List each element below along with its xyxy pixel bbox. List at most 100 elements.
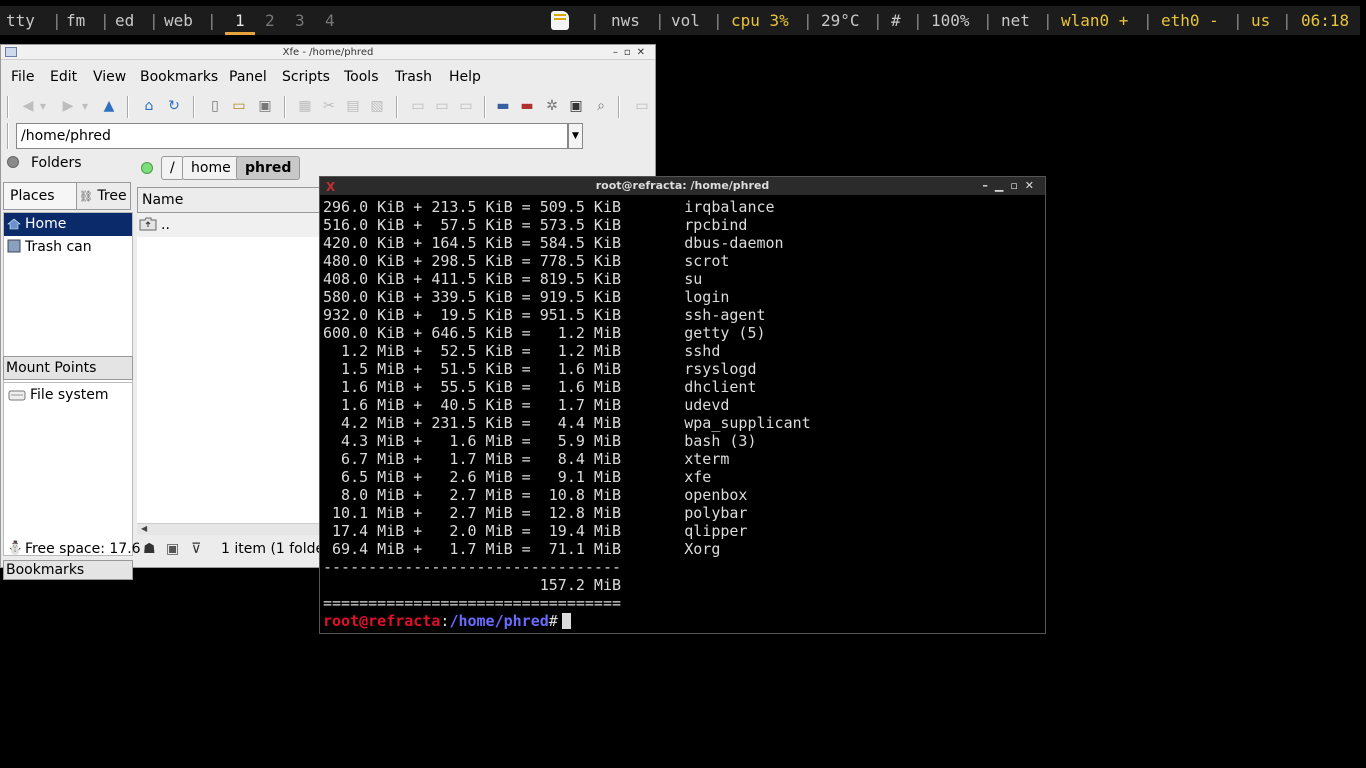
bar-separator: | bbox=[1233, 11, 1243, 30]
menu-panel[interactable]: Panel bbox=[229, 69, 267, 85]
xfe-icon[interactable]: ▬ bbox=[494, 97, 512, 115]
toolbar-separator bbox=[618, 96, 620, 118]
filter-icon[interactable]: ⊽ bbox=[191, 541, 201, 557]
memory-row: 932.0 KiB + 19.5 KiB = 951.5 KiB ssh-age… bbox=[323, 306, 766, 324]
ghost-icon[interactable]: ☗ bbox=[143, 541, 156, 557]
bar-item-fm[interactable]: fm bbox=[66, 6, 85, 35]
bar-item-nws[interactable]: nws bbox=[611, 6, 640, 35]
terminal-window-controls[interactable]: –▁▫✕ bbox=[982, 177, 1041, 195]
bar-separator: | bbox=[713, 11, 723, 30]
chevron-down-icon[interactable]: ▼ bbox=[568, 123, 583, 149]
bar-item-web[interactable]: web bbox=[164, 6, 193, 35]
terminal-title: root@refracta: /home/phred bbox=[595, 179, 770, 192]
memory-total: 157.2 MiB bbox=[323, 576, 622, 594]
bar-separator: | bbox=[1143, 11, 1153, 30]
menu-view[interactable]: View bbox=[93, 69, 126, 85]
bar-separator: | bbox=[655, 11, 665, 30]
toolbar-separator bbox=[193, 96, 195, 118]
up-arrow-icon[interactable]: ▲ bbox=[100, 97, 118, 115]
connect-icon[interactable]: ✲ bbox=[543, 97, 561, 115]
places-item-trash[interactable]: Trash can bbox=[4, 236, 132, 259]
memory-row: 17.4 MiB + 2.0 MiB = 19.4 MiB qlipper bbox=[323, 522, 748, 540]
back-arrow-icon[interactable]: ◀ bbox=[19, 97, 37, 115]
xfe-titlebar[interactable]: Xfe - /home/phred –▫✕ bbox=[1, 45, 655, 60]
bar-item-vol[interactable]: vol bbox=[671, 6, 700, 35]
view-small-icons-icon[interactable]: ▭ bbox=[433, 97, 451, 115]
file-row-parent[interactable]: .. bbox=[137, 213, 337, 237]
bar-item-net[interactable]: net bbox=[1001, 6, 1030, 35]
properties-icon[interactable]: ▣ bbox=[256, 97, 274, 115]
window-controls[interactable]: –▫✕ bbox=[613, 45, 651, 60]
bar-separator: | bbox=[1043, 11, 1053, 30]
toolbar-separator bbox=[7, 123, 9, 149]
search-icon[interactable]: ⌕ bbox=[592, 97, 610, 115]
forward-history-icon[interactable]: ▼ bbox=[80, 97, 90, 115]
view-details-icon[interactable]: ▭ bbox=[457, 97, 475, 115]
copy-icon[interactable]: ▦ bbox=[296, 97, 314, 115]
memory-row: 4.3 MiB + 1.6 MiB = 5.9 MiB bash (3) bbox=[323, 432, 757, 450]
menu-trash[interactable]: Trash bbox=[395, 69, 432, 85]
forward-arrow-icon[interactable]: ▶ bbox=[59, 97, 77, 115]
terminal-titlebar[interactable]: X root@refracta: /home/phred –▁▫✕ bbox=[320, 177, 1045, 195]
bar-item-wlan: wlan0 + bbox=[1061, 11, 1129, 30]
workspace-4[interactable]: 4 bbox=[325, 6, 335, 35]
breadcrumb-home[interactable]: home bbox=[182, 156, 240, 180]
menu-help[interactable]: Help bbox=[449, 69, 481, 85]
view-big-icons-icon[interactable]: ▭ bbox=[409, 97, 427, 115]
tab-tree-label: Tree bbox=[97, 188, 127, 204]
breadcrumb-phred[interactable]: phred bbox=[236, 156, 301, 180]
workspace-2[interactable]: 2 bbox=[265, 6, 275, 35]
separator-line: ================================= bbox=[323, 594, 622, 612]
new-file-icon[interactable]: ▯ bbox=[206, 97, 224, 115]
mount-points-header[interactable]: Mount Points bbox=[3, 356, 133, 380]
menu-scripts[interactable]: Scripts bbox=[282, 69, 330, 85]
bar-separator: | bbox=[803, 11, 813, 30]
cut-icon[interactable]: ✂ bbox=[320, 97, 338, 115]
bookmarks-header[interactable]: Bookmarks bbox=[3, 560, 133, 580]
bar-separator: | bbox=[149, 11, 159, 30]
terminal-icon[interactable]: ▣ bbox=[567, 97, 585, 115]
breadcrumb-root[interactable]: / bbox=[161, 156, 184, 180]
back-history-icon[interactable]: ▼ bbox=[38, 97, 48, 115]
tree-icon: ⛓ bbox=[79, 190, 93, 203]
terminal-output[interactable]: 296.0 KiB + 213.5 KiB = 509.5 KiB irqbal… bbox=[323, 198, 811, 630]
trash-can-icon bbox=[7, 239, 21, 253]
tab-tree[interactable]: ⛓ Tree bbox=[76, 182, 131, 210]
rename-icon[interactable]: ▧ bbox=[368, 97, 386, 115]
delete-icon[interactable]: ▬ bbox=[518, 97, 536, 115]
top-panel: tty | fm | ed | web | 1 2 3 4 | nws | vo… bbox=[0, 6, 1360, 35]
menu-tools[interactable]: Tools bbox=[344, 69, 379, 85]
terminal-cursor[interactable] bbox=[561, 613, 571, 629]
file-panel: / home phred Name .. ◀ bbox=[137, 156, 337, 562]
workspace-3[interactable]: 3 bbox=[295, 6, 305, 35]
refresh-icon[interactable]: ↻ bbox=[165, 97, 183, 115]
memory-row: 6.5 MiB + 2.6 MiB = 9.1 MiB xfe bbox=[323, 468, 712, 486]
mount-item-filesystem[interactable]: File system bbox=[4, 383, 132, 407]
trash-icon[interactable]: ▭ bbox=[633, 97, 651, 115]
bar-separator: | bbox=[1282, 11, 1292, 30]
memory-row: 1.6 MiB + 55.5 KiB = 1.6 MiB dhclient bbox=[323, 378, 757, 396]
places-item-home[interactable]: Home bbox=[4, 213, 132, 236]
bar-item-keyboard[interactable]: us bbox=[1251, 6, 1270, 35]
home-icon[interactable]: ⌂ bbox=[140, 97, 158, 115]
bar-item-ed[interactable]: ed bbox=[115, 6, 134, 35]
menu-bookmarks[interactable]: Bookmarks bbox=[140, 69, 218, 85]
bar-item-tty[interactable]: tty bbox=[6, 6, 35, 35]
paste-icon[interactable]: ▤ bbox=[344, 97, 362, 115]
menu-file[interactable]: File bbox=[11, 69, 34, 85]
workspace-1[interactable]: 1 bbox=[235, 6, 245, 35]
path-input[interactable]: /home/phred bbox=[16, 123, 568, 149]
clipboard-note-icon[interactable] bbox=[551, 11, 569, 30]
memory-row: 69.4 MiB + 1.7 MiB = 71.1 MiB Xorg bbox=[323, 540, 721, 558]
home-icon bbox=[7, 218, 21, 230]
horizontal-scrollbar[interactable]: ◀ bbox=[137, 523, 337, 535]
mount-item-label: File system bbox=[30, 387, 109, 403]
menu-edit[interactable]: Edit bbox=[50, 69, 77, 85]
new-folder-icon[interactable]: ▭ bbox=[230, 97, 248, 115]
tab-places[interactable]: Places bbox=[3, 182, 77, 210]
toolbar-separator bbox=[484, 96, 486, 118]
active-panel-indicator-icon bbox=[141, 162, 153, 174]
folders-toggle[interactable]: Folders bbox=[7, 155, 82, 171]
name-column-header[interactable]: Name bbox=[137, 187, 337, 213]
hidden-files-icon[interactable]: ▣ bbox=[166, 541, 179, 557]
